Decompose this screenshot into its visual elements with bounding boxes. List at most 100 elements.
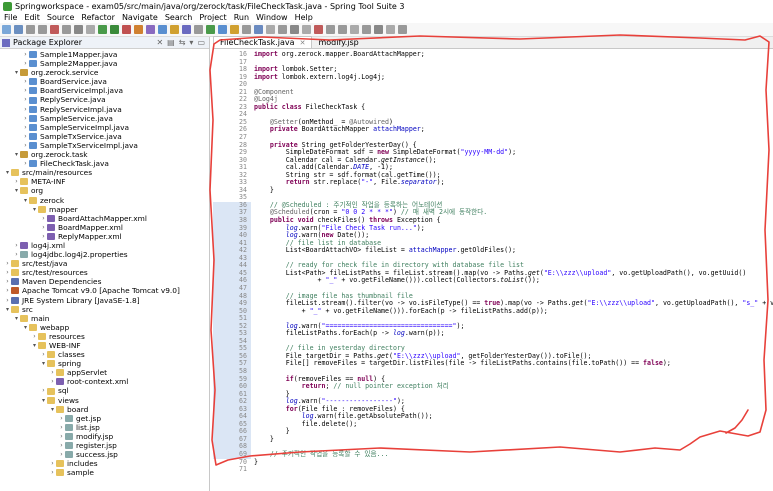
tree-item[interactable]: › appServlet <box>0 368 209 377</box>
expanded-twistie-icon[interactable]: ▾ <box>22 323 29 332</box>
view-menu-icon[interactable]: ▾ <box>189 38 193 47</box>
toolbar-button-icon[interactable] <box>170 25 179 34</box>
tree-item[interactable]: › root-context.xml <box>0 377 209 386</box>
collapsed-twistie-icon[interactable]: › <box>49 368 56 377</box>
collapsed-twistie-icon[interactable]: › <box>58 432 65 441</box>
expanded-twistie-icon[interactable]: ▾ <box>40 359 47 368</box>
tree-item[interactable]: › Sample1Mapper.java <box>0 50 209 59</box>
expanded-twistie-icon[interactable]: ▾ <box>22 196 29 205</box>
collapsed-twistie-icon[interactable]: › <box>49 459 56 468</box>
expanded-twistie-icon[interactable]: ▾ <box>13 314 20 323</box>
menu-item-help[interactable]: Help <box>295 13 313 22</box>
collapsed-twistie-icon[interactable]: › <box>22 77 29 86</box>
menu-item-window[interactable]: Window <box>256 13 288 22</box>
tree-item[interactable]: › get.jsp <box>0 414 209 423</box>
expanded-twistie-icon[interactable]: ▾ <box>13 68 20 77</box>
collapsed-twistie-icon[interactable]: › <box>13 177 20 186</box>
collapsed-twistie-icon[interactable]: › <box>22 105 29 114</box>
collapsed-twistie-icon[interactable]: › <box>49 468 56 477</box>
tree-item[interactable]: ▾ views <box>0 396 209 405</box>
toolbar-button-icon[interactable] <box>86 25 95 34</box>
toolbar-button-icon[interactable] <box>290 25 299 34</box>
tree-item[interactable]: ▾ spring <box>0 359 209 368</box>
collapsed-twistie-icon[interactable]: › <box>22 114 29 123</box>
toolbar-button-icon[interactable] <box>338 25 347 34</box>
tree-item[interactable]: ▾ webapp <box>0 323 209 332</box>
editor-tab[interactable]: modify.jsp <box>312 36 364 48</box>
expanded-twistie-icon[interactable]: ▾ <box>31 205 38 214</box>
toolbar-button-icon[interactable] <box>362 25 371 34</box>
tree-item[interactable]: › resources <box>0 332 209 341</box>
toolbar-button-icon[interactable] <box>146 25 155 34</box>
toolbar-button-icon[interactable] <box>314 25 323 34</box>
toolbar-button-icon[interactable] <box>266 25 275 34</box>
expanded-twistie-icon[interactable]: ▾ <box>13 186 20 195</box>
expanded-twistie-icon[interactable]: ▾ <box>40 396 47 405</box>
toolbar-button-icon[interactable] <box>398 25 407 34</box>
tree-item[interactable]: › SampleTxServiceImpl.java <box>0 141 209 150</box>
close-tab-icon[interactable]: ✕ <box>300 39 306 47</box>
editor-tab[interactable]: FileCheckTask.java ✕ <box>213 36 313 48</box>
tree-item[interactable]: › SampleService.java <box>0 114 209 123</box>
toolbar-button-icon[interactable] <box>350 25 359 34</box>
toolbar-button-icon[interactable] <box>206 25 215 34</box>
menu-item-navigate[interactable]: Navigate <box>122 13 158 22</box>
collapsed-twistie-icon[interactable]: › <box>58 423 65 432</box>
collapsed-twistie-icon[interactable]: › <box>4 277 11 286</box>
tree-item[interactable]: › ReplyMapper.xml <box>0 232 209 241</box>
tree-item[interactable]: › SampleServiceImpl.java <box>0 123 209 132</box>
collapsed-twistie-icon[interactable]: › <box>22 50 29 59</box>
tree-item[interactable]: › modify.jsp <box>0 432 209 441</box>
collapsed-twistie-icon[interactable]: › <box>22 132 29 141</box>
toolbar-button-icon[interactable] <box>194 25 203 34</box>
tree-item[interactable]: › Maven Dependencies <box>0 277 209 286</box>
toolbar-button-icon[interactable] <box>374 25 383 34</box>
tree-item[interactable]: ▾ mapper <box>0 205 209 214</box>
toolbar-button-icon[interactable] <box>278 25 287 34</box>
collapse-all-icon[interactable]: ▤ <box>167 38 175 47</box>
tree-item[interactable]: ▾ main <box>0 314 209 323</box>
collapsed-twistie-icon[interactable]: › <box>58 414 65 423</box>
tree-item[interactable]: ▾ src/main/resources <box>0 168 209 177</box>
toolbar-button-icon[interactable] <box>254 25 263 34</box>
toolbar-button-icon[interactable] <box>122 25 131 34</box>
menu-item-run[interactable]: Run <box>234 13 249 22</box>
collapsed-twistie-icon[interactable]: › <box>4 259 11 268</box>
collapsed-twistie-icon[interactable]: › <box>13 250 20 259</box>
collapsed-twistie-icon[interactable]: › <box>40 232 47 241</box>
toolbar-button-icon[interactable] <box>50 25 59 34</box>
toolbar-button-icon[interactable] <box>302 25 311 34</box>
toolbar-button-icon[interactable] <box>386 25 395 34</box>
close-view-icon[interactable]: ✕ <box>156 38 163 47</box>
tree-item[interactable]: › classes <box>0 350 209 359</box>
tree-item[interactable]: ▾ WEB-INF <box>0 341 209 350</box>
collapsed-twistie-icon[interactable]: › <box>22 141 29 150</box>
menu-item-file[interactable]: File <box>4 13 17 22</box>
minimize-icon[interactable]: ▭ <box>197 38 205 47</box>
tree-item[interactable]: › SampleTxService.java <box>0 132 209 141</box>
collapsed-twistie-icon[interactable]: › <box>40 386 47 395</box>
expanded-twistie-icon[interactable]: ▾ <box>49 405 56 414</box>
toolbar-button-icon[interactable] <box>218 25 227 34</box>
tree-item[interactable]: › log4j.xml <box>0 241 209 250</box>
menu-item-search[interactable]: Search <box>165 13 192 22</box>
toolbar-button-icon[interactable] <box>14 25 23 34</box>
collapsed-twistie-icon[interactable]: › <box>22 95 29 104</box>
menu-item-refactor[interactable]: Refactor <box>81 13 115 22</box>
tree-item[interactable]: ▾ org.zerock.task <box>0 150 209 159</box>
toolbar-button-icon[interactable] <box>326 25 335 34</box>
collapsed-twistie-icon[interactable]: › <box>58 441 65 450</box>
tree-item[interactable]: › META-INF <box>0 177 209 186</box>
tree-item[interactable]: › includes <box>0 459 209 468</box>
toolbar-button-icon[interactable] <box>38 25 47 34</box>
tree-item[interactable]: › BoardMapper.xml <box>0 223 209 232</box>
toolbar-button-icon[interactable] <box>74 25 83 34</box>
expanded-twistie-icon[interactable]: ▾ <box>31 341 38 350</box>
tree-item[interactable]: › src/test/java <box>0 259 209 268</box>
collapsed-twistie-icon[interactable]: › <box>40 350 47 359</box>
tree-item[interactable]: › Apache Tomcat v9.0 [Apache Tomcat v9.0] <box>0 286 209 295</box>
tree-item[interactable]: ▾ org <box>0 186 209 195</box>
toolbar-button-icon[interactable] <box>230 25 239 34</box>
menu-item-project[interactable]: Project <box>199 13 226 22</box>
tree-item[interactable]: › BoardService.java <box>0 77 209 86</box>
